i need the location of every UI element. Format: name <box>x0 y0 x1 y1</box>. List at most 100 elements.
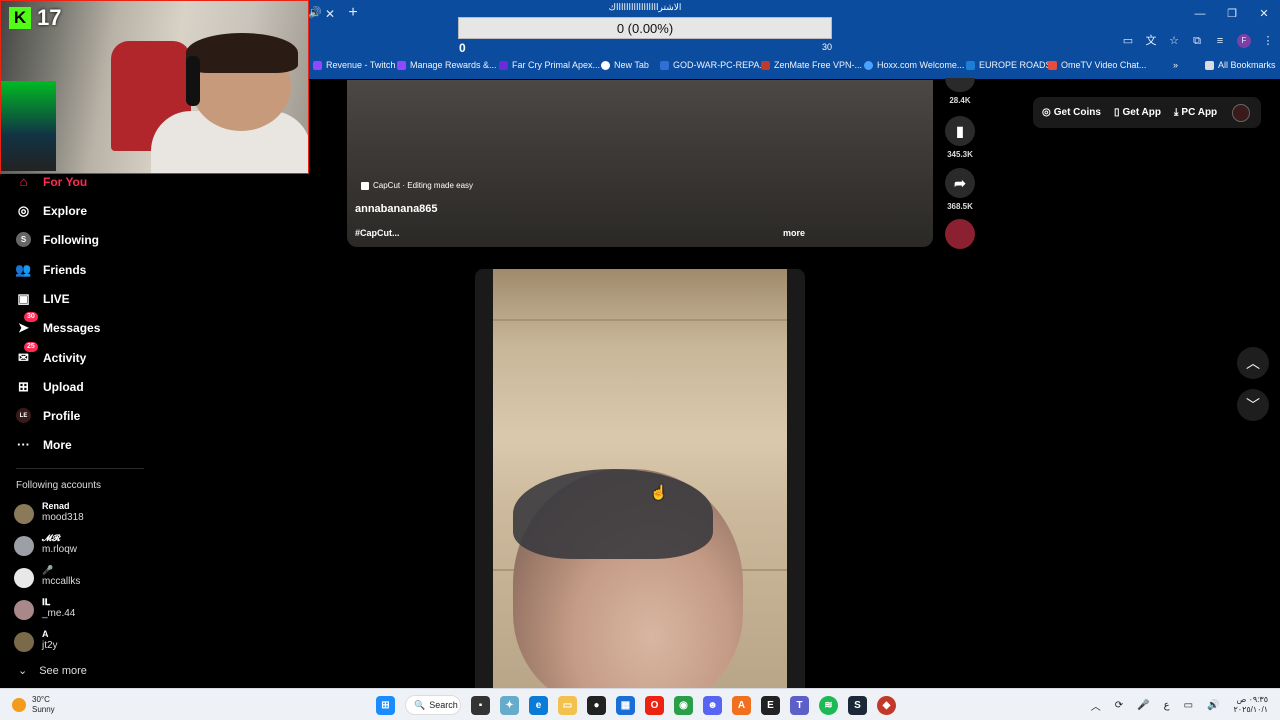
phone-icon: ▯ <box>1113 107 1120 118</box>
restore-icon[interactable]: ❐ <box>1216 0 1248 28</box>
next-video-button[interactable]: ﹀ <box>1237 389 1269 421</box>
obs-icon[interactable]: ● <box>587 695 606 715</box>
following-account[interactable]: Renad mood318 <box>14 500 84 524</box>
sync-icon[interactable]: ⟳ <box>1115 700 1123 711</box>
goal-title: الاشتراااااااااااااااااك <box>608 2 682 12</box>
minimize-icon[interactable]: — <box>1184 0 1216 28</box>
bookmark-favicon <box>499 60 508 70</box>
bookmark-item[interactable]: Hoxx.com Welcome... <box>864 60 964 70</box>
video-hashtags[interactable]: #CapCut... <box>355 228 400 238</box>
language-indicator[interactable]: ع <box>1164 700 1170 711</box>
edge-icon[interactable]: e <box>529 695 548 715</box>
share-action[interactable]: ➦ 368.5K <box>942 168 978 211</box>
following-account[interactable]: 🎤 mccallks <box>14 564 80 588</box>
task-view-icon[interactable]: ▪ <box>471 695 490 715</box>
compass-icon: ◎ <box>17 202 30 218</box>
toolbar-icons: ▭ 文 ☆ ⧉ ≡ F ⋮ <box>1122 34 1274 48</box>
nav-explore[interactable]: ◎ Explore <box>16 203 87 218</box>
clock[interactable]: ٠٩:٣٥ ص ٢٠٢٥/١٠/١ <box>1233 695 1268 715</box>
see-more-button[interactable]: ⌄ See more <box>18 664 87 678</box>
close-window-icon[interactable]: ✕ <box>1248 0 1280 28</box>
app-icon[interactable]: A <box>732 695 751 715</box>
volume-icon[interactable]: 🔊 <box>1207 700 1219 711</box>
capcut-caption[interactable]: CapCut · Editing made easy <box>361 181 473 190</box>
tab-audio-icon[interactable]: 🔊 <box>308 6 322 19</box>
pc-app-button[interactable]: ⤓ PC App <box>1174 107 1217 118</box>
copilot-icon[interactable]: ✦ <box>500 695 519 715</box>
comment-action[interactable]: 28.4K <box>942 78 978 105</box>
video-person-hair <box>513 469 713 559</box>
video-username[interactable]: annabanana865 <box>355 203 438 215</box>
messages-icon: ➤ 30 <box>16 312 38 335</box>
get-app-button[interactable]: ▯ Get App <box>1114 107 1161 118</box>
following-account[interactable]: 𝐈𝐋 _me.44 <box>14 596 75 620</box>
menu-icon[interactable]: ⋮ <box>1262 34 1274 48</box>
windows-start-icon[interactable]: ⊞ <box>376 695 395 715</box>
tray-overflow-icon[interactable]: ︿ <box>1091 698 1101 713</box>
store-icon[interactable]: ▦ <box>616 695 635 715</box>
messages-badge: 30 <box>24 312 38 322</box>
cast-icon[interactable]: ▭ <box>1122 34 1134 48</box>
extensions-icon[interactable]: ⧉ <box>1191 34 1203 48</box>
music-disc[interactable] <box>942 219 978 253</box>
bookmark-item[interactable]: EUROPE ROADS <box>966 60 1052 70</box>
folder-icon <box>1205 60 1214 70</box>
new-tab-icon[interactable]: + <box>345 4 361 22</box>
bookmark-item[interactable]: GOD-WAR-PC-REPA... <box>660 60 767 70</box>
nav-for-you[interactable]: ⌂ For You <box>16 174 88 189</box>
avatar <box>14 536 34 556</box>
translate-icon[interactable]: 文 <box>1145 34 1157 48</box>
opera-icon[interactable]: O <box>645 695 664 715</box>
video-more-link[interactable]: more <box>783 228 805 238</box>
video-card-current[interactable] <box>475 269 805 689</box>
nav-live[interactable]: ▣ LIVE <box>16 291 69 306</box>
bookmark-action[interactable]: ▮ 345.3K <box>942 116 978 159</box>
spotify-icon[interactable]: ≋ <box>819 695 838 715</box>
epic-games-icon[interactable]: E <box>761 695 780 715</box>
nav-activity[interactable]: ✉ 25 Activity <box>16 342 86 365</box>
discord-icon[interactable]: ☻ <box>703 695 722 715</box>
nav-upload[interactable]: ⊞ Upload <box>16 379 84 394</box>
twitch-icon <box>313 60 322 70</box>
download-icon: ⤓ <box>1174 107 1179 118</box>
star-icon[interactable]: ☆ <box>1168 34 1180 48</box>
weather-widget[interactable]: 30°C Sunny <box>12 695 55 715</box>
steam-icon[interactable]: S <box>848 695 867 715</box>
profile-avatar[interactable]: F <box>1237 34 1251 48</box>
get-coins-button[interactable]: ◎ Get Coins <box>1042 107 1101 118</box>
all-bookmarks[interactable]: All Bookmarks <box>1205 60 1276 70</box>
following-accounts-title: Following accounts <box>16 480 102 491</box>
following-account[interactable]: 𝓜𝓡 m.rloqw <box>14 532 77 556</box>
network-icon[interactable]: ▭ <box>1184 700 1193 711</box>
microphone-icon[interactable]: 🎤 <box>1137 700 1149 711</box>
bookmark-item[interactable]: Manage Rewards &... <box>397 60 497 70</box>
nav-messages[interactable]: ➤ 30 Messages <box>16 312 100 335</box>
taskbar-search[interactable]: 🔍 Search <box>405 695 461 715</box>
media-icon[interactable]: ≡ <box>1214 34 1226 48</box>
tab-close-icon[interactable]: ✕ <box>322 6 338 22</box>
bookmark-item[interactable]: OmeTV Video Chat... <box>1048 60 1146 70</box>
chevron-down-icon: ⌄ <box>18 665 28 677</box>
user-avatar[interactable] <box>1232 103 1251 122</box>
bookmark-item[interactable]: Revenue - Twitch <box>313 60 395 70</box>
bookmark-item[interactable]: Far Cry Primal Apex... <box>499 60 600 70</box>
previous-video-button[interactable]: ︿ <box>1237 347 1269 379</box>
bookmark-icon: ▮ <box>945 116 975 146</box>
teams-icon[interactable]: T <box>790 695 809 715</box>
chrome-icon[interactable]: ◉ <box>674 695 693 715</box>
taskbar-apps: ⊞ 🔍 Search ▪ ✦ e ▭ ● ▦ O ◉ ☻ A E T ≋ S ◆ <box>376 695 896 715</box>
bookmark-item[interactable]: New Tab <box>601 60 649 70</box>
more-icon: ··· <box>17 437 30 452</box>
following-account[interactable]: Ajt2y <box>14 628 58 652</box>
nav-following[interactable]: S Following <box>16 232 99 247</box>
bookmarks-overflow[interactable]: » <box>1173 60 1178 70</box>
nav-friends[interactable]: 👥 Friends <box>15 262 86 277</box>
game-app-icon[interactable]: ◆ <box>877 695 896 715</box>
nav-profile[interactable]: LE Profile <box>16 408 80 423</box>
video-card-previous[interactable]: CapCut · Editing made easy annabanana865… <box>347 80 933 247</box>
top-action-bar: ◎ Get Coins ▯ Get App ⤓ PC App <box>1033 97 1261 128</box>
file-explorer-icon[interactable]: ▭ <box>558 695 577 715</box>
chevron-up-icon: ︿ <box>1246 355 1260 371</box>
nav-more[interactable]: ··· More <box>16 437 72 452</box>
bookmark-item[interactable]: ZenMate Free VPN-... <box>761 60 862 70</box>
